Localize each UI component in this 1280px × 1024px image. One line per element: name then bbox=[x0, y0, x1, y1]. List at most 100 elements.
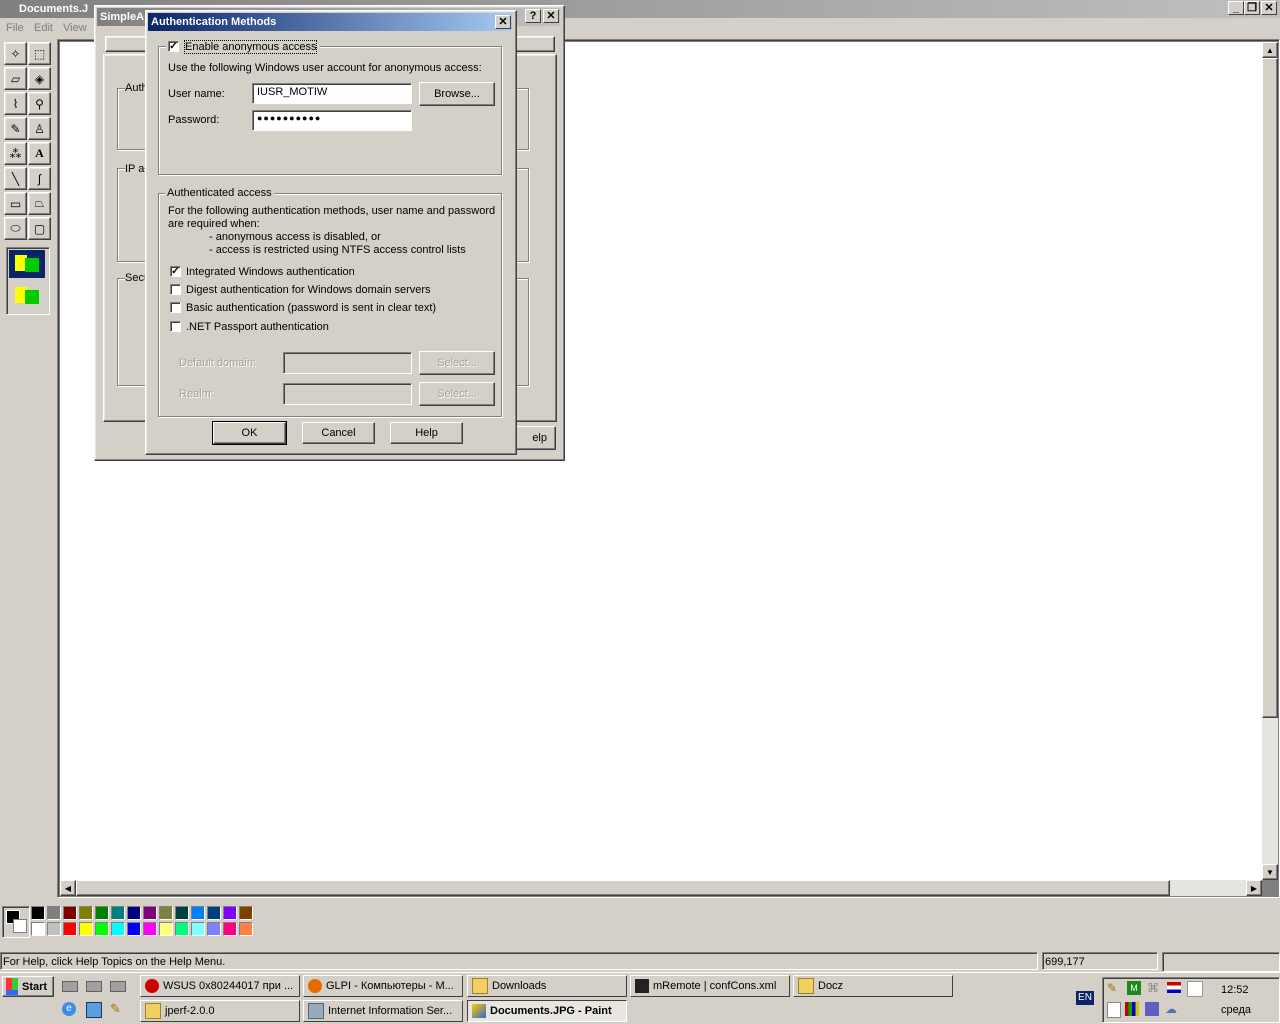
task-docz[interactable]: Docz bbox=[793, 975, 953, 997]
palette-swatch[interactable] bbox=[63, 922, 77, 936]
rectangle-icon[interactable]: ▭ bbox=[4, 192, 27, 215]
option-transparent-icon[interactable] bbox=[9, 282, 45, 310]
quicklaunch-drive-icon-3[interactable] bbox=[110, 981, 126, 992]
pencil-icon[interactable]: ✎ bbox=[4, 117, 27, 140]
rect-select-icon[interactable]: ⬚ bbox=[28, 42, 51, 65]
tray-flag-icon[interactable] bbox=[1167, 982, 1181, 993]
eraser-icon[interactable]: ▱ bbox=[4, 67, 27, 90]
palette-swatch[interactable] bbox=[191, 922, 205, 936]
palette-swatch[interactable] bbox=[159, 906, 173, 920]
scroll-down-icon[interactable]: ▼ bbox=[1262, 864, 1278, 880]
task-glpi[interactable]: GLPI - Компьютеры - M... bbox=[303, 975, 463, 997]
curve-icon[interactable]: ∫ bbox=[28, 167, 51, 190]
tray-cloud-icon[interactable]: ☁ bbox=[1165, 1002, 1179, 1016]
palette-swatch[interactable] bbox=[79, 906, 93, 920]
quicklaunch-app-icon[interactable] bbox=[86, 1002, 102, 1018]
tray-doc-icon[interactable] bbox=[1107, 1002, 1121, 1018]
task-iis[interactable]: Internet Information Ser... bbox=[303, 1000, 463, 1022]
palette-swatch[interactable] bbox=[127, 906, 141, 920]
clock-time[interactable]: 12:52 bbox=[1221, 984, 1249, 996]
color-picker-icon[interactable]: ⌇ bbox=[4, 92, 27, 115]
palette-swatch[interactable] bbox=[159, 922, 173, 936]
integrated-windows-checkbox[interactable]: ✓ bbox=[170, 266, 181, 277]
palette-swatch[interactable] bbox=[191, 906, 205, 920]
ok-button[interactable]: OK bbox=[212, 421, 287, 445]
ellipse-icon[interactable]: ⬭ bbox=[4, 217, 27, 240]
menu-view[interactable]: View bbox=[63, 22, 87, 34]
option-opaque-icon[interactable] bbox=[9, 250, 45, 278]
palette-swatch[interactable] bbox=[239, 906, 253, 920]
task-mremote[interactable]: mRemote | confCons.xml bbox=[630, 975, 790, 997]
scroll-thumb-h[interactable] bbox=[76, 880, 1170, 896]
palette-swatch[interactable] bbox=[175, 922, 189, 936]
password-field[interactable]: ●●●●●●●●●● bbox=[252, 110, 412, 131]
task-paint[interactable]: Documents.JPG - Paint bbox=[467, 1000, 627, 1022]
palette-swatch[interactable] bbox=[95, 922, 109, 936]
palette-swatch[interactable] bbox=[127, 922, 141, 936]
scroll-thumb-v[interactable] bbox=[1262, 58, 1278, 718]
palette-swatch[interactable] bbox=[223, 922, 237, 936]
palette-swatch[interactable] bbox=[223, 906, 237, 920]
task-wsus[interactable]: WSUS 0x80244017 при ... bbox=[140, 975, 300, 997]
palette-swatch[interactable] bbox=[47, 922, 61, 936]
rounded-rect-icon[interactable]: ▢ bbox=[28, 217, 51, 240]
anon-checkbox[interactable]: ✓ bbox=[168, 41, 179, 52]
palette-swatch[interactable] bbox=[143, 906, 157, 920]
palette-swatch[interactable] bbox=[175, 906, 189, 920]
quicklaunch-drive-icon-2[interactable] bbox=[86, 981, 102, 992]
palette-swatch[interactable] bbox=[31, 922, 45, 936]
line-icon[interactable]: ╲ bbox=[4, 167, 27, 190]
text-icon[interactable]: A bbox=[28, 142, 51, 165]
palette-swatch[interactable] bbox=[239, 922, 253, 936]
fill-icon[interactable]: ◈ bbox=[28, 67, 51, 90]
palette-swatch[interactable] bbox=[207, 922, 221, 936]
menu-file[interactable]: File bbox=[6, 22, 24, 34]
tray-link-icon[interactable]: ⌘ bbox=[1147, 981, 1161, 995]
bg-help-icon[interactable]: ? bbox=[525, 9, 541, 23]
horizontal-scrollbar[interactable]: ◀ ▶ bbox=[60, 880, 1262, 896]
tray-network-icon[interactable] bbox=[1145, 1002, 1159, 1016]
brush-icon[interactable]: ♙ bbox=[28, 117, 51, 140]
palette-swatch[interactable] bbox=[207, 906, 221, 920]
digest-auth-label[interactable]: Digest authentication for Windows domain… bbox=[186, 284, 431, 296]
passport-auth-label[interactable]: .NET Passport authentication bbox=[186, 321, 329, 333]
palette-swatch[interactable] bbox=[111, 906, 125, 920]
palette-swatch[interactable] bbox=[47, 906, 61, 920]
scroll-up-icon[interactable]: ▲ bbox=[1262, 42, 1278, 58]
palette-swatch[interactable] bbox=[31, 906, 45, 920]
cancel-button[interactable]: Cancel bbox=[302, 422, 375, 444]
quicklaunch-drive-icon-1[interactable] bbox=[62, 981, 78, 992]
close-button[interactable]: ✕ bbox=[1261, 1, 1277, 15]
current-colors[interactable] bbox=[2, 906, 30, 938]
basic-auth-checkbox[interactable] bbox=[170, 302, 181, 313]
scroll-left-icon[interactable]: ◀ bbox=[60, 880, 76, 896]
help-button[interactable]: Help bbox=[390, 422, 463, 444]
bg-close-icon[interactable]: ✕ bbox=[543, 9, 559, 23]
anon-checkbox-label[interactable]: Enable anonymous access bbox=[183, 40, 318, 54]
browse-button[interactable]: Browse... bbox=[419, 82, 495, 106]
basic-auth-label[interactable]: Basic authentication (password is sent i… bbox=[186, 302, 436, 314]
scroll-right-icon[interactable]: ▶ bbox=[1246, 880, 1262, 896]
airbrush-icon[interactable]: ⁂ bbox=[4, 142, 27, 165]
start-button[interactable]: Start bbox=[2, 976, 54, 997]
passport-auth-checkbox[interactable] bbox=[170, 321, 181, 332]
palette-swatch[interactable] bbox=[95, 906, 109, 920]
palette-swatch[interactable] bbox=[63, 906, 77, 920]
magnifier-icon[interactable]: ⚲ bbox=[28, 92, 51, 115]
language-indicator[interactable]: EN bbox=[1076, 991, 1094, 1005]
dialog-close-icon[interactable]: ✕ bbox=[495, 15, 511, 29]
integrated-windows-label[interactable]: Integrated Windows authentication bbox=[186, 266, 355, 278]
palette-swatch[interactable] bbox=[111, 922, 125, 936]
quicklaunch-tool-icon[interactable]: ✎ bbox=[110, 1002, 124, 1016]
username-field[interactable]: IUSR_MOTIW bbox=[252, 83, 412, 104]
palette-swatch[interactable] bbox=[143, 922, 157, 936]
menu-edit[interactable]: Edit bbox=[34, 22, 53, 34]
tray-blank-icon[interactable] bbox=[1187, 981, 1203, 997]
tray-chart-icon[interactable] bbox=[1125, 1002, 1139, 1016]
maximize-button[interactable]: ❐ bbox=[1244, 1, 1260, 15]
task-downloads[interactable]: Downloads bbox=[467, 975, 627, 997]
palette-swatch[interactable] bbox=[79, 922, 93, 936]
quicklaunch-ie-icon[interactable]: e bbox=[62, 1002, 76, 1016]
anon-checkbox-row[interactable]: ✓ Enable anonymous access bbox=[166, 40, 320, 54]
task-jperf[interactable]: jperf-2.0.0 bbox=[140, 1000, 300, 1022]
